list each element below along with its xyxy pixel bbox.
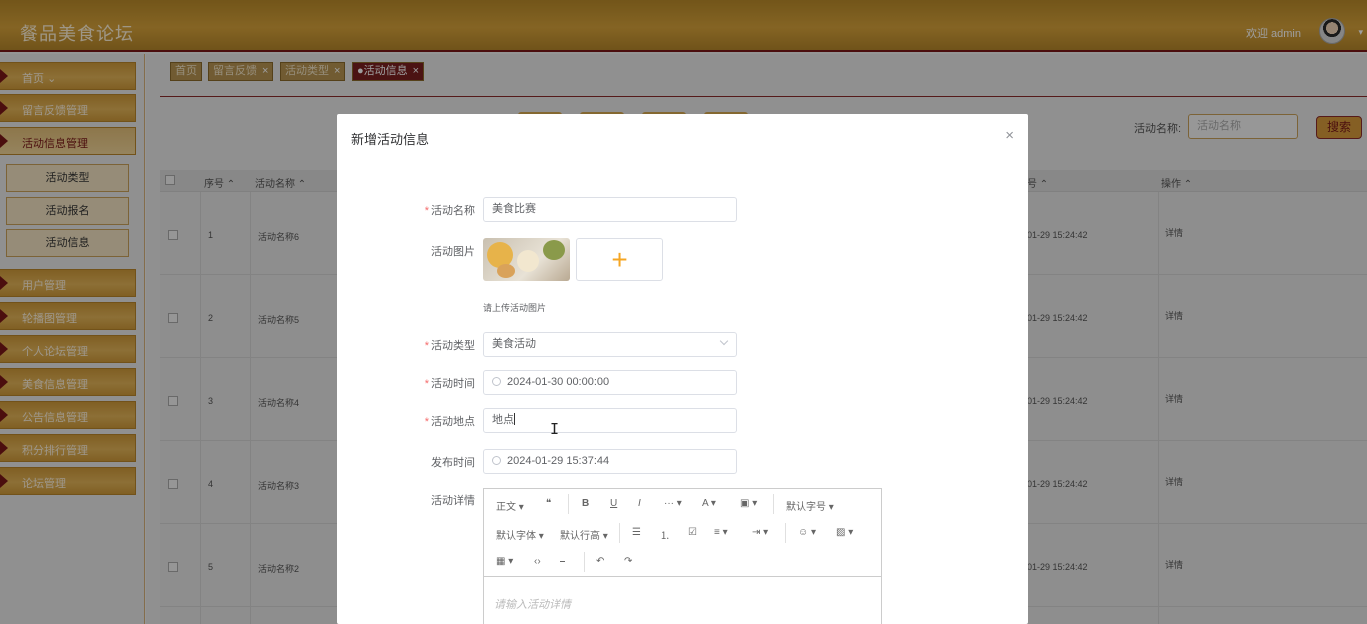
table-icon[interactable]: ▦ ▾ <box>496 556 513 567</box>
emoji-icon[interactable]: ☺ ▾ <box>798 527 816 538</box>
field-label-detail: 活动详情 <box>431 495 475 507</box>
field-label-type: * 活动类型 <box>424 340 475 352</box>
numbered-list-icon[interactable]: ⒈ <box>660 527 670 542</box>
ibeam-cursor-icon: I <box>550 420 560 438</box>
uploaded-image-thumbnail[interactable] <box>483 238 570 281</box>
font-family-dropdown[interactable]: 默认字体 ▾ <box>496 527 544 542</box>
input-value: 地点 <box>492 414 514 426</box>
clock-icon <box>492 456 501 465</box>
redo-icon[interactable]: ↷ <box>624 556 632 567</box>
bulleted-list-icon[interactable]: ☰ <box>632 527 641 538</box>
upload-button[interactable]: + <box>576 238 663 281</box>
underline-icon[interactable]: U <box>610 498 617 509</box>
upload-hint: 请上传活动图片 <box>483 303 547 313</box>
editor-toolbar: 正文 ▾ ❝ B U I ··· ▾ A ▾ ▣ ▾ 默认字号 ▾ 默认字体 ▾… <box>484 489 881 577</box>
picker-value: 2024-01-29 15:37:44 <box>507 455 610 467</box>
publish-time-picker[interactable]: 2024-01-29 15:37:44 <box>483 449 737 474</box>
undo-icon[interactable]: ↶ <box>596 556 604 567</box>
font-color-icon[interactable]: A ▾ <box>702 498 716 509</box>
font-size-dropdown[interactable]: 默认字号 ▾ <box>786 498 834 513</box>
picker-value: 2024-01-30 00:00:00 <box>507 376 610 388</box>
code-icon[interactable]: ‹› <box>534 556 541 567</box>
chevron-down-icon <box>719 336 729 346</box>
divider <box>568 494 569 514</box>
activity-place-input[interactable]: 地点 <box>483 408 737 433</box>
field-label-publish: 发布时间 <box>431 457 475 469</box>
paragraph-style-dropdown[interactable]: 正文 ▾ <box>496 498 524 513</box>
divider <box>584 552 585 572</box>
text-cursor <box>514 413 515 425</box>
indent-icon[interactable]: ⇥ ▾ <box>752 527 768 538</box>
activity-time-picker[interactable]: 2024-01-30 00:00:00 <box>483 370 737 395</box>
dialog-title: 新增活动信息 <box>351 132 430 147</box>
bold-icon[interactable]: B <box>582 498 589 509</box>
divider <box>773 494 774 514</box>
quote-icon[interactable]: ❝ <box>546 498 551 509</box>
rich-text-editor: 正文 ▾ ❝ B U I ··· ▾ A ▾ ▣ ▾ 默认字号 ▾ 默认字体 ▾… <box>483 488 882 624</box>
add-activity-dialog: 新增活动信息 × * 活动名称 美食比赛 活动图片 + 请上传活动图片 * 活动类型… <box>337 114 1028 624</box>
field-label-time: * 活动时间 <box>424 378 475 390</box>
italic-icon[interactable]: I <box>638 498 641 509</box>
select-value: 美食活动 <box>492 338 536 350</box>
line-height-dropdown[interactable]: 默认行高 ▾ <box>560 527 608 542</box>
align-icon[interactable]: ≡ ▾ <box>714 527 728 538</box>
field-label-name: * 活动名称 <box>424 205 475 217</box>
activity-name-input[interactable]: 美食比赛 <box>483 197 737 222</box>
more-icon[interactable]: ··· ▾ <box>664 498 682 509</box>
divider <box>619 523 620 543</box>
clock-icon <box>492 377 501 386</box>
background-color-icon[interactable]: ▣ ▾ <box>740 498 757 509</box>
todo-list-icon[interactable]: ☑ <box>688 527 697 538</box>
editor-placeholder[interactable]: 请输入活动详情 <box>494 596 571 612</box>
divider-line-icon[interactable]: ⎯ <box>560 556 565 567</box>
field-label-place: * 活动地点 <box>424 416 475 428</box>
image-icon[interactable]: ▨ ▾ <box>836 527 853 538</box>
close-icon[interactable]: × <box>1005 127 1014 144</box>
divider <box>785 523 786 543</box>
activity-type-select[interactable]: 美食活动 <box>483 332 737 357</box>
field-label-image: 活动图片 <box>431 246 475 258</box>
